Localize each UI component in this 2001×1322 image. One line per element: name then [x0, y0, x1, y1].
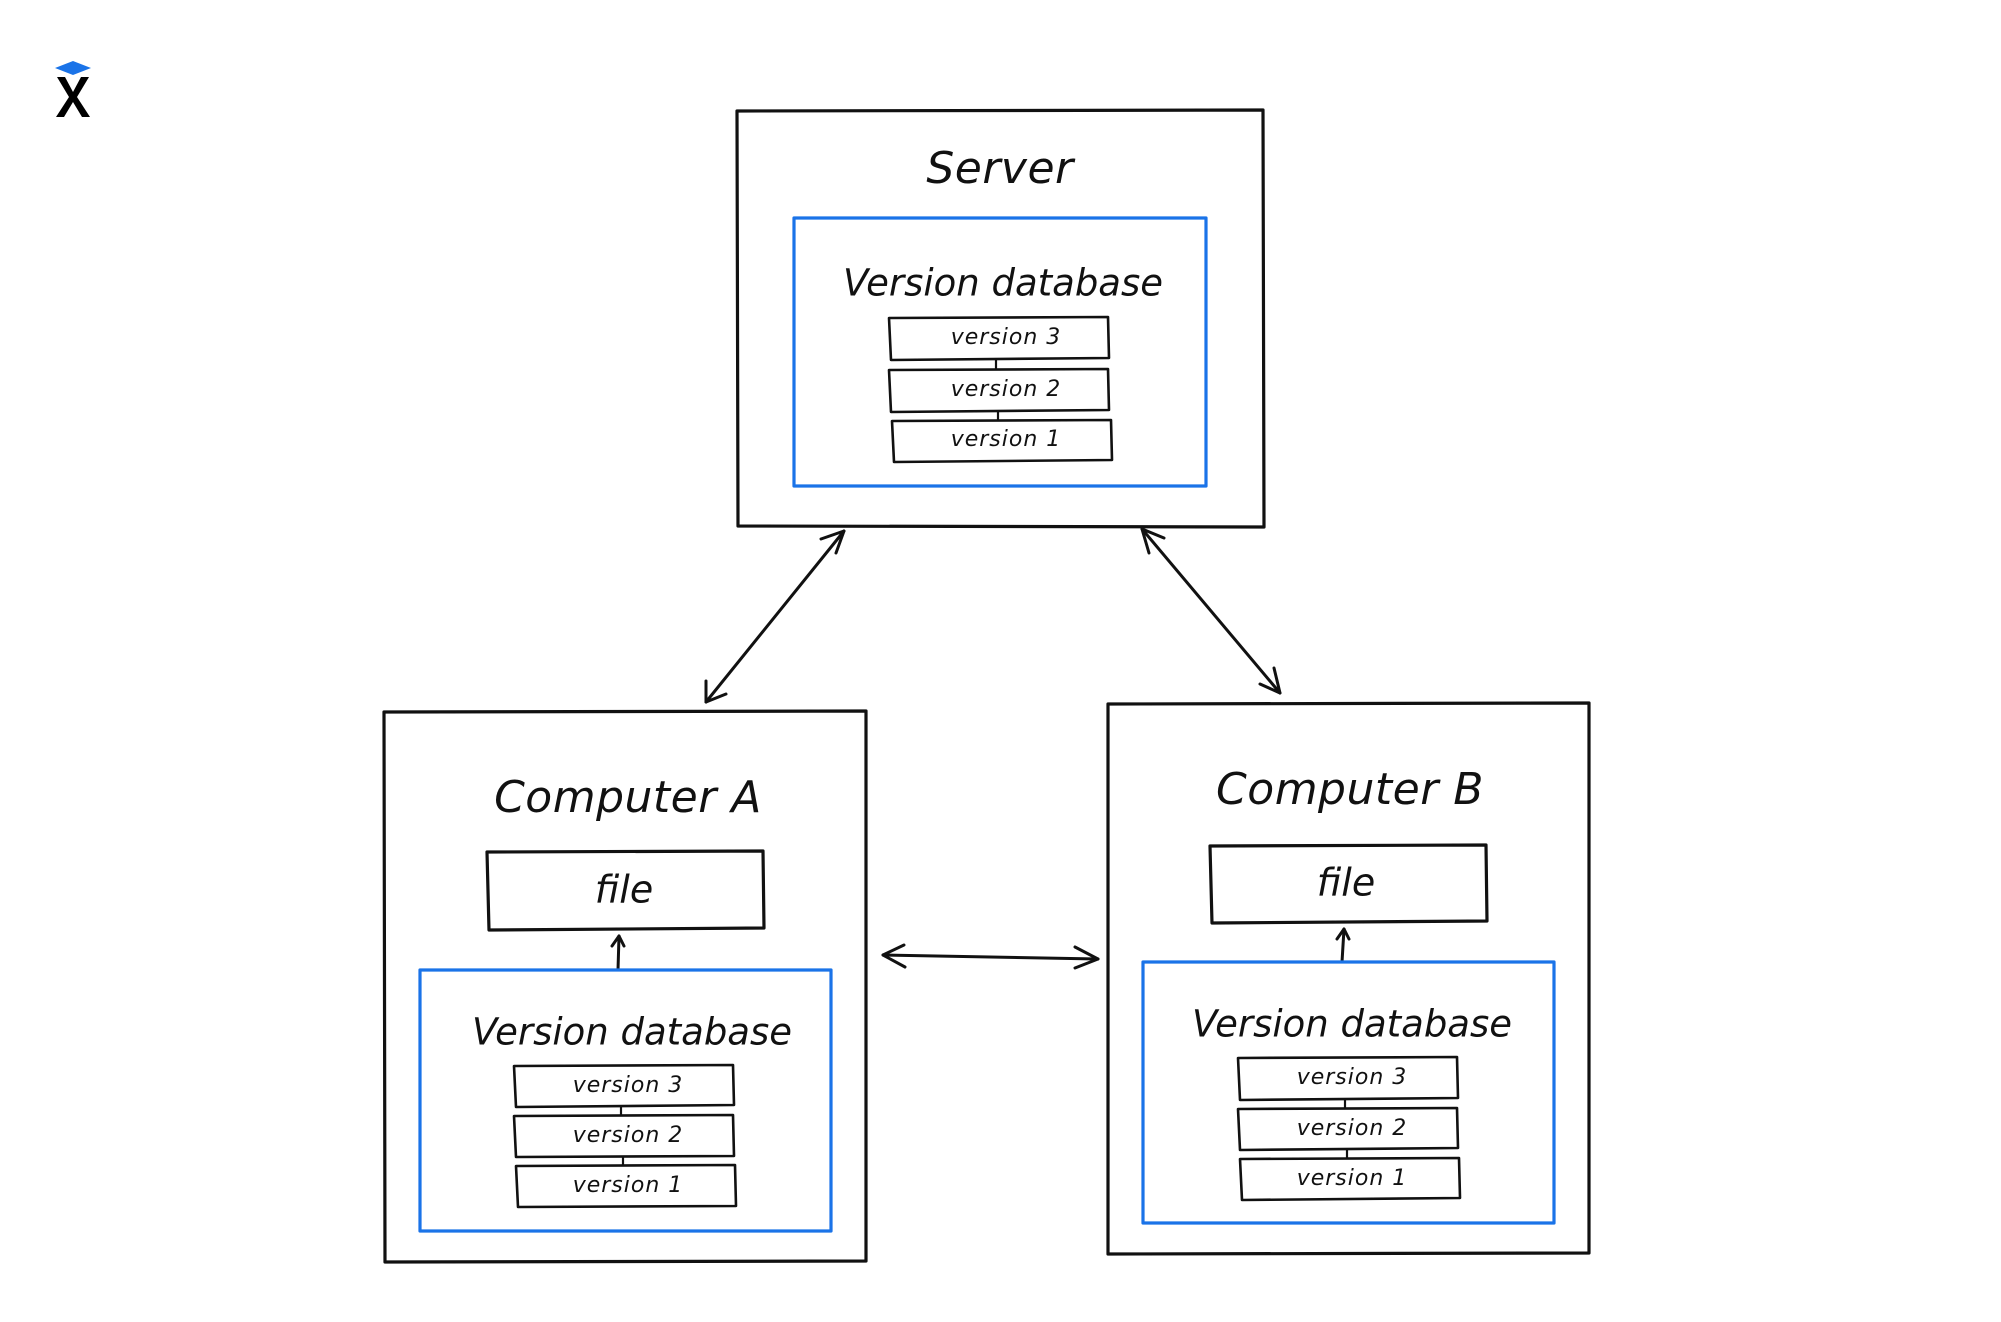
computer-b-title: Computer B — [1216, 764, 1484, 815]
computer-b-version-2-label: version 2 — [1297, 1116, 1408, 1141]
server-computer-a-arrow-icon[interactable] — [704, 529, 846, 704]
computer-b-version-database[interactable]: Version database version 3 version 2 ver… — [1141, 960, 1556, 1225]
computer-a-computer-b-arrow-icon[interactable] — [881, 943, 1100, 970]
computer-a-version-1-label: version 1 — [573, 1173, 684, 1198]
server-title: Server — [926, 143, 1076, 194]
computer-b-arrow-icon — [1335, 927, 1351, 964]
computer-a-version-3-label: version 3 — [573, 1073, 684, 1098]
computer-b-database-title: Version database — [1192, 1003, 1512, 1046]
logo-icon — [55, 61, 91, 117]
computer-a-database-title: Version database — [472, 1011, 792, 1054]
computer-b-version-1-label: version 1 — [1297, 1166, 1408, 1191]
logo-cap-icon — [55, 61, 91, 75]
computer-a-file-label: file — [595, 868, 653, 912]
server-version-3-label: version 3 — [951, 325, 1062, 350]
computer-a-version-database[interactable]: Version database version 3 version 2 ver… — [418, 968, 833, 1233]
computer-b-version-3-label: version 3 — [1297, 1065, 1408, 1090]
computer-a-arrow-icon — [610, 934, 626, 972]
computer-a-node[interactable]: Computer A file Version database version… — [382, 709, 868, 1264]
computer-b-file-label: file — [1317, 861, 1375, 905]
logo-x-icon — [56, 77, 90, 117]
computer-a-version-2-label: version 2 — [573, 1123, 684, 1148]
server-computer-b-arrow-icon[interactable] — [1140, 527, 1282, 695]
diagram-canvas: Server Version database version 3 versio… — [55, 61, 1591, 1264]
server-node[interactable]: Server Version database version 3 versio… — [735, 108, 1266, 529]
server-version-2-label: version 2 — [951, 377, 1062, 402]
server-database-title: Version database — [843, 262, 1163, 305]
computer-b-node[interactable]: Computer B file Version database version… — [1106, 701, 1591, 1256]
server-version-1-label: version 1 — [951, 427, 1062, 452]
server-version-database[interactable]: Version database version 3 version 2 ver… — [792, 216, 1208, 488]
computer-a-title: Computer A — [494, 772, 762, 823]
